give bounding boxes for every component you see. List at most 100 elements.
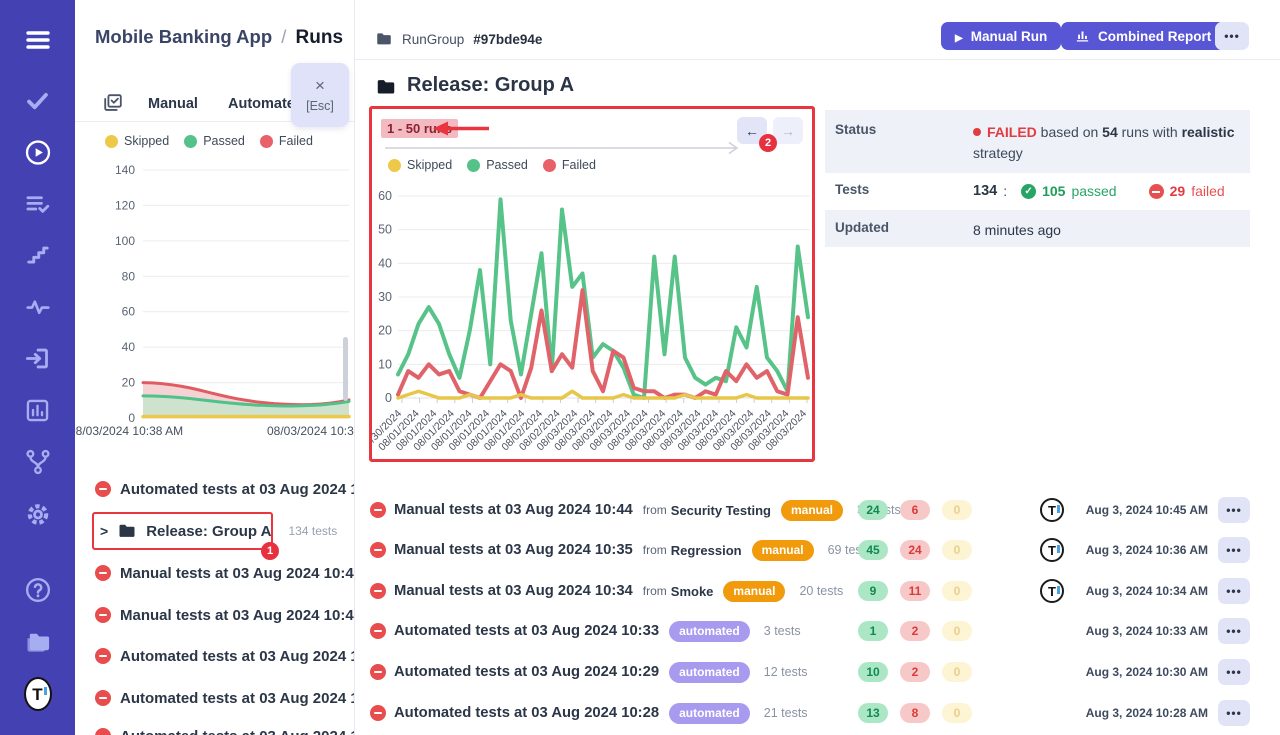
check-icon[interactable] [24,86,52,114]
manual-run-button[interactable]: Manual Run [941,22,1061,50]
folder-icon [375,30,393,48]
manual-badge: manual [723,581,785,602]
svg-text:0: 0 [385,391,392,405]
breadcrumb-separator: / [277,26,290,47]
failed-status-icon [370,705,386,721]
import-icon[interactable] [24,344,52,372]
play-circle-icon[interactable] [24,138,52,166]
svg-text:20: 20 [378,324,392,338]
list-check-icon[interactable] [24,190,52,218]
tasks-checklist-icon[interactable] [102,92,124,119]
x-axis-label-end: 08/03/2024 10:39 AM [267,424,355,438]
failed-status-icon [370,664,386,680]
row-more-button[interactable]: ••• [1218,618,1250,644]
svg-text:60: 60 [122,305,136,319]
run-list-item[interactable]: Automated tests at 03 Aug 2024 10 [95,686,355,710]
run-row[interactable]: Manual tests at 03 Aug 2024 10:35 from R… [370,535,1254,565]
chart-legend: Skipped Passed Failed [105,134,313,148]
updated-value: 8 minutes ago [973,210,1250,247]
row-more-button[interactable]: ••• [1218,578,1250,604]
reporter-logo-icon: T [1040,498,1064,522]
report-chart-icon [1075,29,1090,44]
breadcrumb-project[interactable]: Mobile Banking App [95,26,272,47]
svg-text:0: 0 [128,411,135,425]
chevron-right-icon[interactable]: > [95,523,108,539]
automated-badge: automated [669,621,750,642]
header-more-button[interactable]: ••• [1215,22,1249,50]
result-pills: 13 8 0 [858,703,972,723]
sidebar-nav: T [0,0,75,735]
automated-badge: automated [669,662,750,683]
status-label: Status [825,110,973,173]
failed-status-icon [370,502,386,518]
rungroup-runs-chart: 010203040506007/30/202408/01/202408/01/2… [369,106,815,462]
updated-row: Updated 8 minutes ago [825,210,1250,247]
skipped-pill: 0 [942,540,972,560]
run-list-item[interactable]: Automated tests at 03 Aug 2024 10 [95,644,355,668]
folder-icon [117,521,137,541]
result-pills: 10 2 0 [858,662,972,682]
row-more-button[interactable]: ••• [1218,497,1250,523]
failed-pill: 24 [900,540,930,560]
failed-status-icon [370,623,386,639]
testomat-logo[interactable]: T [24,680,52,708]
rungroup-label: RunGroup [402,32,464,47]
play-icon [955,29,963,44]
row-more-button[interactable]: ••• [1218,537,1250,563]
runs-trend-chart: 020406080100120140 [75,150,355,440]
folder-icon [375,76,397,103]
passed-check-icon [1021,184,1036,199]
run-list-item[interactable]: Automated tests at 03 Aug 2024 10 [95,477,355,501]
run-timestamp: Aug 3, 2024 10:36 AM [1070,543,1208,557]
menu-icon[interactable] [24,26,52,54]
status-value: FAILED based on 54 runs with realistic s… [973,110,1250,173]
reporter-logo-icon: T [1040,538,1064,562]
settings-gear-icon[interactable] [24,500,52,528]
row-more-button[interactable]: ••• [1218,700,1250,726]
run-row[interactable]: Manual tests at 03 Aug 2024 10:44 from S… [370,495,1254,525]
svg-text:40: 40 [122,340,136,354]
run-row[interactable]: Automated tests at 03 Aug 2024 10:33 aut… [370,616,1254,646]
projects-folder-icon[interactable] [24,628,52,656]
help-icon[interactable] [24,576,52,604]
run-group-item[interactable]: > Release: Group A 134 tests 54 r [95,519,355,543]
failed-pill: 6 [900,500,930,520]
svg-text:80: 80 [122,269,136,283]
failed-dot-icon [260,135,273,148]
run-list-item[interactable]: Automated tests at 03 Aug 2024 1 [95,724,355,735]
result-pills: 1 2 0 [858,621,972,641]
breadcrumb: Mobile Banking App / Runs [95,26,343,49]
close-icon[interactable]: × [315,77,325,94]
run-row[interactable]: Manual tests at 03 Aug 2024 10:34 from S… [370,576,1254,606]
failed-status-icon [95,728,111,735]
passed-pill: 24 [858,500,888,520]
panel-scrollbar[interactable] [343,337,348,401]
failed-pill: 11 [900,581,930,601]
run-row[interactable]: Automated tests at 03 Aug 2024 10:28 aut… [370,698,1254,728]
rungroup-main: RunGroup #97bde94e Manual Run Combined R… [355,0,1280,735]
close-esc-button[interactable]: × [Esc] [291,63,349,127]
branch-icon[interactable] [24,448,52,476]
steps-icon[interactable] [24,241,52,269]
run-row[interactable]: Automated tests at 03 Aug 2024 10:29 aut… [370,657,1254,687]
passed-pill: 45 [858,540,888,560]
run-list-item[interactable]: Manual tests at 03 Aug 2024 10:42 [95,603,355,627]
passed-pill: 13 [858,703,888,723]
rungroup-id: #97bde94e [473,32,542,47]
failed-status-icon [95,690,111,706]
bar-chart-icon[interactable] [24,396,52,424]
row-more-button[interactable]: ••• [1218,659,1250,685]
combined-report-button[interactable]: Combined Report [1061,22,1225,50]
x-axis-label-start: 08/03/2024 10:38 AM [75,424,183,438]
skipped-dot-icon [105,135,118,148]
svg-text:10: 10 [378,357,392,371]
failed-status-icon [95,481,111,497]
esc-label: [Esc] [306,99,334,113]
legend-passed: Passed [184,134,245,148]
svg-text:20: 20 [122,376,136,390]
skipped-pill: 0 [942,662,972,682]
tab-manual[interactable]: Manual [148,96,198,112]
run-list-item[interactable]: Manual tests at 03 Aug 2024 10:43 [95,561,355,585]
activity-icon[interactable] [24,293,52,321]
rungroup-breadcrumb: RunGroup #97bde94e [375,30,542,48]
